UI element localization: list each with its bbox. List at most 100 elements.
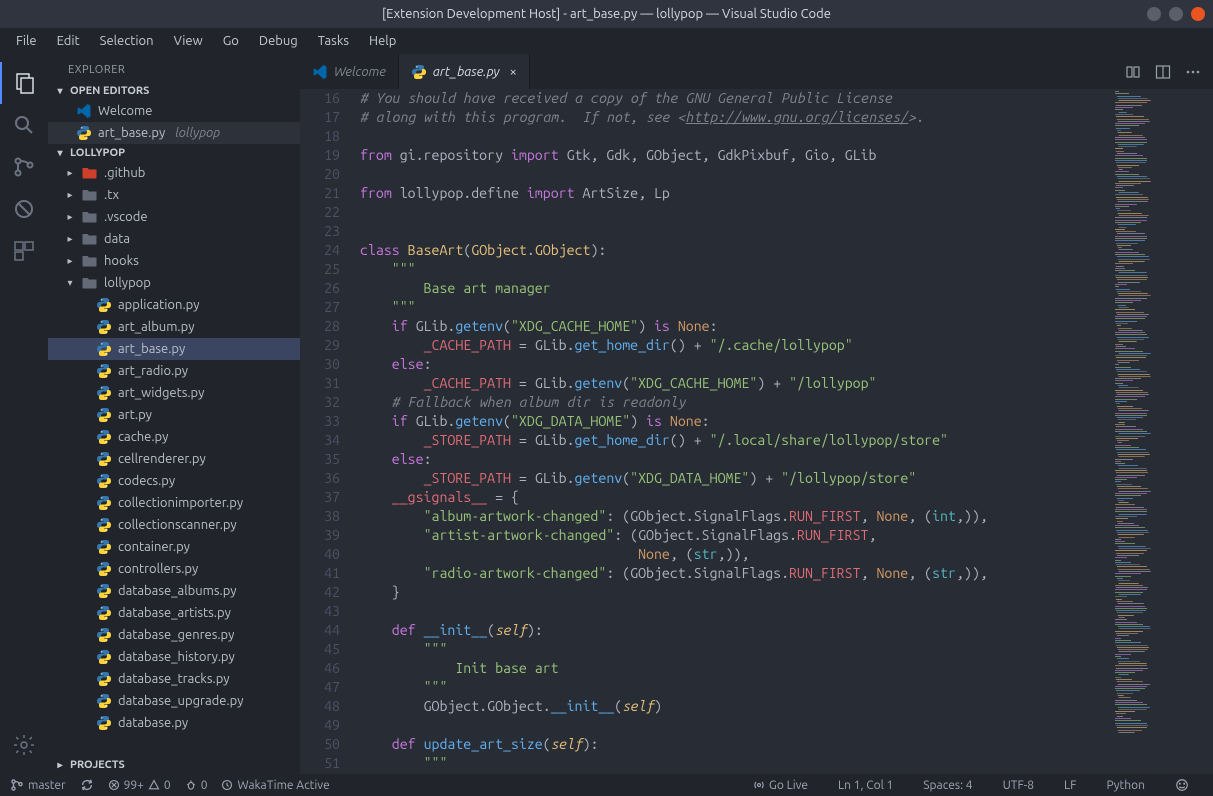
status-feedback-icon[interactable] xyxy=(1175,778,1189,792)
status-sync[interactable] xyxy=(80,778,94,792)
file-item[interactable]: art.py xyxy=(48,404,300,426)
folder-icon xyxy=(82,209,98,225)
file-item[interactable]: database_history.py xyxy=(48,646,300,668)
python-file-icon xyxy=(96,407,112,423)
file-item[interactable]: cellrenderer.py xyxy=(48,448,300,470)
tree-item-label: database_history.py xyxy=(118,650,235,664)
file-item[interactable]: database_albums.py xyxy=(48,580,300,602)
tree-item-label: art_base.py xyxy=(118,342,185,356)
sidebar-title: EXPLORER xyxy=(48,54,300,82)
chevron-right-icon: ▸ xyxy=(54,759,66,771)
activity-debug-icon[interactable] xyxy=(0,188,48,230)
sidebar: EXPLORER ▾ OPEN EDITORS Welcome art_base.… xyxy=(48,54,300,774)
status-wakatime[interactable]: WakaTime Active xyxy=(221,779,329,792)
python-file-icon xyxy=(96,385,112,401)
split-editor-icon[interactable] xyxy=(1155,64,1171,80)
activity-settings-icon[interactable] xyxy=(0,724,48,766)
chevron-right-icon: ▸ xyxy=(64,233,76,245)
menu-selection[interactable]: Selection xyxy=(92,32,162,50)
folder-item[interactable]: ▾lollypop xyxy=(48,272,300,294)
menu-go[interactable]: Go xyxy=(215,32,247,50)
close-tab-icon[interactable]: × xyxy=(510,65,517,79)
tree-item-label: data xyxy=(104,232,130,246)
folder-icon xyxy=(82,231,98,247)
menu-view[interactable]: View xyxy=(166,32,211,50)
status-problems[interactable]: 99+ 0 xyxy=(108,779,171,792)
folder-item[interactable]: ▸.github xyxy=(48,162,300,184)
editor-tab[interactable]: Welcome xyxy=(300,54,399,89)
status-eol[interactable]: LF xyxy=(1064,779,1076,792)
file-item[interactable]: art_album.py xyxy=(48,316,300,338)
editor-tab[interactable]: art_base.py × xyxy=(399,54,530,89)
python-file-icon xyxy=(96,671,112,687)
open-editor-item[interactable]: art_base.pylollypop xyxy=(48,122,300,144)
section-projects[interactable]: ▸ PROJECTS xyxy=(48,756,300,774)
python-file-icon xyxy=(96,517,112,533)
file-item[interactable]: art_radio.py xyxy=(48,360,300,382)
folder-item[interactable]: ▸hooks xyxy=(48,250,300,272)
compare-changes-icon[interactable] xyxy=(1125,64,1141,80)
status-cursor[interactable]: Ln 1, Col 1 xyxy=(838,779,893,792)
status-debug[interactable]: 0 xyxy=(185,779,208,792)
code-content[interactable]: # You should have received a copy of the… xyxy=(360,89,1213,774)
file-item[interactable]: cache.py xyxy=(48,426,300,448)
chevron-right-icon: ▸ xyxy=(64,211,76,223)
section-open-editors[interactable]: ▾ OPEN EDITORS xyxy=(48,82,300,100)
menu-file[interactable]: File xyxy=(8,32,45,50)
file-item[interactable]: collectionscanner.py xyxy=(48,514,300,536)
file-item[interactable]: application.py xyxy=(48,294,300,316)
menubar: File Edit Selection View Go Debug Tasks … xyxy=(0,28,1213,54)
file-item[interactable]: container.py xyxy=(48,536,300,558)
activity-git-icon[interactable] xyxy=(0,146,48,188)
minimize-button[interactable] xyxy=(1147,7,1161,21)
tree-item-label: art_widgets.py xyxy=(118,386,204,400)
tree-item-label: application.py xyxy=(118,298,199,312)
file-item[interactable]: database_artists.py xyxy=(48,602,300,624)
folder-icon xyxy=(82,187,98,203)
file-label: art_base.py xyxy=(98,126,165,140)
menu-edit[interactable]: Edit xyxy=(49,32,88,50)
tree-item-label: cache.py xyxy=(118,430,168,444)
file-item[interactable]: database_upgrade.py xyxy=(48,690,300,712)
maximize-button[interactable] xyxy=(1169,7,1183,21)
statusbar: master 99+ 0 0 WakaTime Active Go Live L… xyxy=(0,774,1213,796)
tree-item-label: art.py xyxy=(118,408,152,422)
menu-help[interactable]: Help xyxy=(361,32,404,50)
status-language[interactable]: Python xyxy=(1106,779,1145,792)
file-item[interactable]: database.py xyxy=(48,712,300,734)
status-git-branch[interactable]: master xyxy=(10,778,66,792)
menu-debug[interactable]: Debug xyxy=(251,32,306,50)
file-item[interactable]: art_widgets.py xyxy=(48,382,300,404)
status-golive[interactable]: Go Live xyxy=(753,779,808,792)
activity-search-icon[interactable] xyxy=(0,104,48,146)
file-item[interactable]: database_genres.py xyxy=(48,624,300,646)
chevron-down-icon: ▾ xyxy=(54,85,66,97)
file-item[interactable]: database_tracks.py xyxy=(48,668,300,690)
more-actions-icon[interactable] xyxy=(1185,64,1201,80)
tab-actions xyxy=(1125,54,1213,89)
python-file-icon xyxy=(96,605,112,621)
folder-item[interactable]: ▸ data xyxy=(48,228,300,250)
window-title: [Extension Development Host] - art_base.… xyxy=(0,7,1213,21)
line-number-gutter: 1617181920212223242526272829303132333435… xyxy=(300,89,360,774)
file-item[interactable]: art_base.py xyxy=(48,338,300,360)
activity-extensions-icon[interactable] xyxy=(0,230,48,272)
editor-body[interactable]: 1617181920212223242526272829303132333435… xyxy=(300,89,1213,774)
status-spaces[interactable]: Spaces: 4 xyxy=(923,779,972,792)
folder-item[interactable]: ▸.tx xyxy=(48,184,300,206)
status-encoding[interactable]: UTF-8 xyxy=(1003,779,1034,792)
file-item[interactable]: controllers.py xyxy=(48,558,300,580)
minimap[interactable]: ▬▬▬▬▬▬▬▬▬ ▬▬▬▬▬▬▬▬▬▬▬▬ ▬▬▬▬▬▬▬▬▬▬▬▬▬▬▬ ▬… xyxy=(1113,89,1213,774)
close-button[interactable] xyxy=(1191,7,1205,21)
python-file-icon xyxy=(411,64,427,80)
tab-label: art_base.py xyxy=(433,65,500,79)
folder-item[interactable]: ▸.vscode xyxy=(48,206,300,228)
activity-explorer-icon[interactable] xyxy=(0,62,48,104)
folder-icon xyxy=(82,165,98,181)
menu-tasks[interactable]: Tasks xyxy=(310,32,357,50)
file-item[interactable]: codecs.py xyxy=(48,470,300,492)
file-item[interactable]: collectionimporter.py xyxy=(48,492,300,514)
open-editor-item[interactable]: Welcome xyxy=(48,100,300,122)
file-label: Welcome xyxy=(98,104,152,118)
section-project[interactable]: ▾ LOLLYPOP xyxy=(48,144,300,162)
